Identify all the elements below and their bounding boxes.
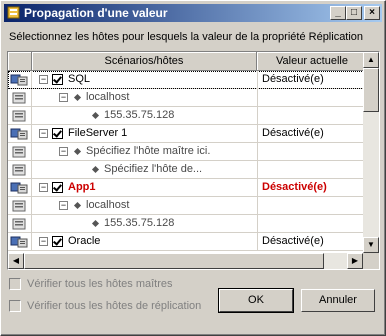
host-icon: [12, 110, 26, 122]
collapse-icon[interactable]: −: [39, 237, 48, 246]
diamond-icon: [91, 219, 100, 228]
current-value-cell: [257, 107, 363, 125]
hosts-grid[interactable]: Scénarios/hôtes Valeur actuelle − SQL Désa…: [7, 51, 380, 270]
grid-row[interactable]: − localhost: [8, 89, 363, 107]
grid-row[interactable]: − Spécifiez l'hôte maître ici.: [8, 143, 363, 161]
scroll-down-button[interactable]: ▼: [363, 237, 379, 253]
scroll-left-button[interactable]: ◀: [8, 253, 24, 269]
current-value-cell: Désactivé(e): [257, 125, 363, 143]
host-name: Spécifiez l'hôte maître ici.: [86, 145, 211, 157]
vertical-scrollbar[interactable]: ▲ ▼: [363, 52, 379, 253]
host-name: FileServer 1: [68, 127, 128, 139]
diamond-icon: [73, 93, 82, 102]
grid-row[interactable]: − FileServer 1 Désactivé(e): [8, 125, 363, 143]
current-value-cell: Désactivé(e): [257, 71, 363, 89]
collapse-icon[interactable]: −: [39, 129, 48, 138]
window-title: Propagation d'une valeur: [24, 6, 168, 20]
check-all-replicas-option[interactable]: Vérifier tous les hôtes de réplication: [9, 299, 201, 315]
dialog-window: Propagation d'une valeur _ □ × Sélection…: [0, 0, 386, 336]
scrollbar-corner: [363, 253, 379, 269]
column-header-scenarios[interactable]: Scénarios/hôtes: [32, 52, 257, 71]
row-separator: [31, 125, 32, 142]
grid-row[interactable]: − App1 Désactivé(e): [8, 179, 363, 197]
collapse-icon[interactable]: −: [39, 183, 48, 192]
scenario-icon: [10, 128, 28, 140]
scenario-icon: [10, 74, 28, 86]
diamond-icon: [73, 147, 82, 156]
diamond-icon: [73, 201, 82, 210]
host-name: 155.35.75.128: [104, 217, 175, 229]
host-name: 155.35.75.128: [104, 109, 175, 121]
collapse-icon[interactable]: −: [59, 147, 68, 156]
minimize-button[interactable]: _: [330, 6, 346, 20]
check-all-masters-checkbox[interactable]: [9, 278, 21, 291]
scenario-icon: [10, 182, 28, 194]
host-name: localhost: [86, 91, 130, 103]
scenario-checkbox[interactable]: [52, 74, 63, 85]
header-icon-column[interactable]: [8, 52, 32, 71]
row-separator: [31, 197, 32, 214]
row-separator: [31, 161, 32, 178]
scroll-up-button[interactable]: ▲: [363, 52, 379, 68]
grid-row[interactable]: 155.35.75.128: [8, 107, 363, 125]
collapse-icon[interactable]: −: [39, 75, 48, 84]
cancel-button[interactable]: Annuler: [301, 289, 375, 312]
grid-row[interactable]: 155.35.75.128: [8, 215, 363, 233]
current-value-cell: Désactivé(e): [257, 179, 363, 197]
row-separator: [31, 179, 32, 196]
title-bar[interactable]: Propagation d'une valeur _ □ ×: [4, 4, 382, 22]
horizontal-scrollbar[interactable]: ◀ ▶: [8, 253, 363, 269]
grid-row[interactable]: − SQL Désactivé(e): [8, 71, 363, 89]
cancel-label: Annuler: [319, 294, 357, 306]
ok-button[interactable]: OK: [218, 288, 294, 313]
grid-row[interactable]: − localhost: [8, 197, 363, 215]
scenario-icon: [10, 236, 28, 248]
row-separator: [31, 215, 32, 232]
diamond-icon: [91, 111, 100, 120]
close-button[interactable]: ×: [364, 6, 380, 20]
host-name: App1: [68, 181, 96, 193]
host-name: SQL: [68, 73, 91, 85]
diamond-icon: [91, 165, 100, 174]
current-value-cell: [257, 215, 363, 233]
check-all-masters-option[interactable]: Vérifier tous les hôtes maîtres: [9, 277, 173, 293]
scenario-checkbox[interactable]: [52, 236, 63, 247]
current-value-cell: [257, 161, 363, 179]
current-value-cell: [257, 197, 363, 215]
column-header-current-value[interactable]: Valeur actuelle: [257, 52, 363, 71]
row-separator: [31, 143, 32, 160]
current-value-cell: [257, 89, 363, 107]
host-name: Spécifiez l'hôte de...: [104, 163, 203, 175]
collapse-icon[interactable]: −: [59, 201, 68, 210]
scroll-right-button[interactable]: ▶: [347, 253, 363, 269]
host-name: localhost: [86, 199, 130, 211]
row-separator: [31, 89, 32, 106]
current-value-cell: [257, 143, 363, 161]
maximize-button[interactable]: □: [346, 6, 362, 20]
scenario-checkbox[interactable]: [52, 128, 63, 139]
host-icon: [12, 218, 26, 230]
horizontal-scroll-thumb[interactable]: [24, 253, 324, 269]
current-value-cell: Désactivé(e): [257, 233, 363, 251]
check-all-masters-label: Vérifier tous les hôtes maîtres: [27, 278, 173, 290]
instruction-text: Sélectionnez les hôtes pour lesquels la …: [9, 31, 364, 43]
app-icon: [7, 6, 20, 19]
scenario-checkbox[interactable]: [52, 182, 63, 193]
check-all-replicas-label: Vérifier tous les hôtes de réplication: [27, 300, 202, 312]
ok-label: OK: [248, 294, 264, 306]
row-separator: [31, 71, 32, 88]
collapse-icon[interactable]: −: [59, 93, 68, 102]
row-separator: [31, 233, 32, 250]
host-icon: [12, 146, 26, 158]
host-icon: [12, 164, 26, 176]
host-icon: [12, 92, 26, 104]
grid-row[interactable]: − Oracle Désactivé(e): [8, 233, 363, 251]
host-name: Oracle: [68, 235, 101, 247]
check-all-replicas-checkbox[interactable]: [9, 300, 21, 313]
row-separator: [31, 107, 32, 124]
vertical-scroll-thumb[interactable]: [363, 68, 379, 112]
grid-row[interactable]: Spécifiez l'hôte de...: [8, 161, 363, 179]
host-icon: [12, 200, 26, 212]
